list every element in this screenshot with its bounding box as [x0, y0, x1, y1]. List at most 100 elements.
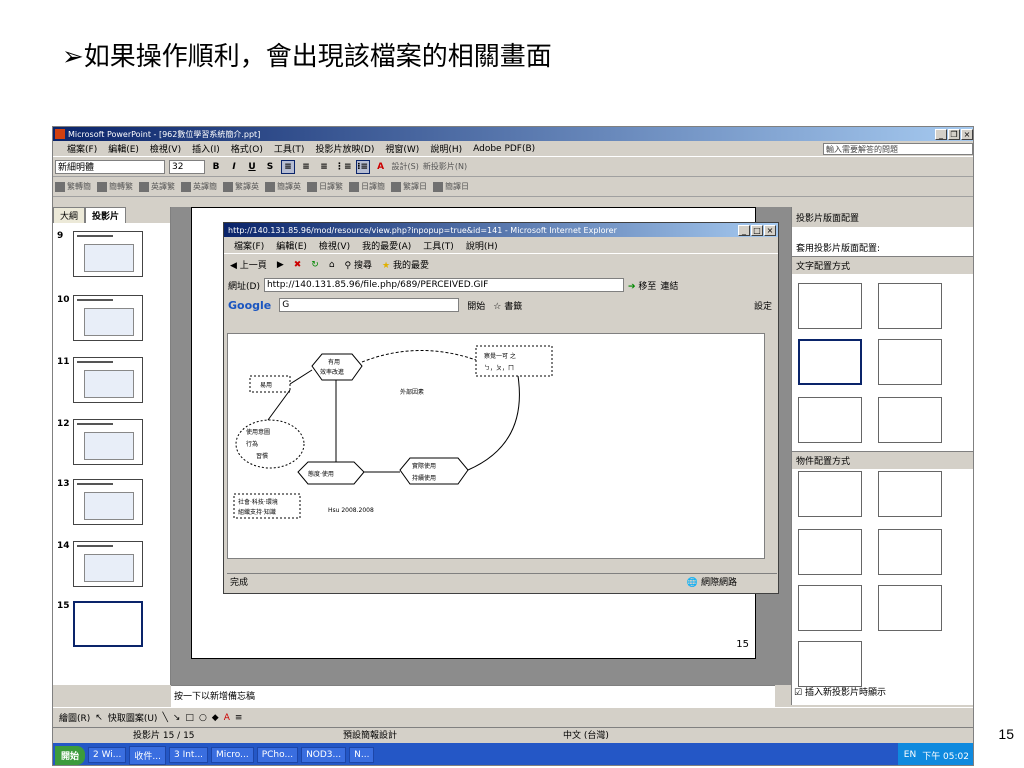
slide-thumbnail[interactable]: 10 [57, 295, 143, 341]
ie-menu-favorites[interactable]: 我的最愛(A) [362, 239, 411, 252]
start-button[interactable]: 開始 [55, 745, 86, 765]
favorites-button[interactable]: ★ 我的最愛 [382, 258, 429, 271]
font-color-button[interactable]: A [374, 160, 388, 174]
design-button[interactable]: 設計(S) [392, 161, 419, 172]
taskbar-item[interactable]: N... [349, 747, 375, 763]
layout-blank[interactable] [798, 471, 862, 517]
ie-maximize-button[interactable]: □ [751, 224, 763, 236]
slide-thumbnail[interactable]: 14 [57, 541, 143, 587]
taskbar-item[interactable]: 2 Wi... [88, 747, 127, 763]
menu-help[interactable]: 說明(H) [430, 142, 462, 155]
font-color-icon[interactable]: A [224, 713, 230, 723]
language-indicator[interactable]: EN [904, 750, 916, 760]
oval-tool-icon[interactable]: ○ [199, 713, 207, 723]
numbering-button[interactable]: ⋮≡ [335, 160, 352, 174]
arrow-tool-icon[interactable]: ↘ [173, 713, 181, 723]
italic-button[interactable]: I [227, 160, 241, 174]
line-style-icon[interactable]: ≡ [235, 713, 243, 723]
line-tool-icon[interactable]: ╲ [162, 713, 167, 723]
convert-button[interactable]: 簡譯日 [433, 181, 469, 192]
slide-thumbnail[interactable]: 9 [57, 231, 143, 277]
ie-menu-view[interactable]: 檢視(V) [319, 239, 350, 252]
layout-grid[interactable] [798, 641, 862, 687]
layout-bullets[interactable] [798, 339, 862, 385]
settings-button[interactable]: 設定 [754, 299, 772, 312]
shadow-button[interactable]: S [263, 160, 277, 174]
underline-button[interactable]: U [245, 160, 259, 174]
align-center-button[interactable]: ≡ [299, 160, 313, 174]
convert-button[interactable]: 簡譯英 [265, 181, 301, 192]
google-search-input[interactable]: G [279, 298, 460, 312]
font-name-select[interactable]: 新細明體 [55, 159, 165, 174]
forward-button[interactable]: ▶ [277, 260, 284, 270]
new-slide-button[interactable]: 新投影片(N) [423, 161, 467, 172]
convert-button[interactable]: 日譯簡 [349, 181, 385, 192]
layout-title[interactable] [798, 283, 862, 329]
layout-title-content[interactable] [798, 529, 862, 575]
help-search-input[interactable]: 輸入需要解答的問題 [823, 142, 973, 155]
convert-button[interactable]: 日譯繁 [307, 181, 343, 192]
ie-menu-edit[interactable]: 編輯(E) [276, 239, 307, 252]
menu-slideshow[interactable]: 投影片放映(D) [315, 142, 374, 155]
close-button[interactable]: × [961, 128, 973, 140]
bold-button[interactable]: B [209, 160, 223, 174]
convert-button[interactable]: 繁譯日 [391, 181, 427, 192]
ie-menu-file[interactable]: 檔案(F) [234, 239, 264, 252]
slide-thumbnail-current[interactable]: 15 [57, 601, 143, 647]
restore-button[interactable]: ❐ [948, 128, 960, 140]
layout-four-content[interactable] [798, 585, 862, 631]
convert-button[interactable]: 英譯繁 [139, 181, 175, 192]
show-on-insert-checkbox[interactable]: ☑ 插入新投影片時顯示 [794, 685, 886, 698]
convert-button[interactable]: 繁轉簡 [55, 181, 91, 192]
slide-thumbnail[interactable]: 11 [57, 357, 143, 403]
rectangle-tool-icon[interactable]: □ [185, 713, 194, 723]
menu-format[interactable]: 格式(O) [231, 142, 263, 155]
stop-button[interactable]: ✖ [294, 260, 302, 270]
home-icon[interactable]: ⌂ [329, 260, 335, 270]
taskbar-item[interactable]: NOD3... [301, 747, 347, 763]
minimize-button[interactable]: _ [935, 128, 947, 140]
select-arrow-icon[interactable]: ↖ [95, 713, 103, 723]
layout-two-content[interactable] [878, 529, 942, 575]
fill-color-icon[interactable]: ◆ [212, 713, 219, 723]
font-size-select[interactable]: 32 [169, 159, 205, 174]
go-button[interactable]: ➔ 移至 [628, 279, 656, 292]
bookmarks-button[interactable]: ☆ 書籤 [493, 299, 522, 312]
taskbar-item[interactable]: Micro... [211, 747, 254, 763]
align-left-button[interactable]: ≡ [281, 159, 295, 174]
address-input[interactable]: http://140.131.85.96/file.php/689/PERCEI… [263, 278, 624, 292]
menu-file[interactable]: 檔案(F) [67, 142, 97, 155]
ie-menu-help[interactable]: 說明(H) [466, 239, 498, 252]
convert-button[interactable]: 簡轉繁 [97, 181, 133, 192]
layout-four-content-b[interactable] [878, 585, 942, 631]
layout-two-column[interactable] [878, 339, 942, 385]
menu-adobe-pdf[interactable]: Adobe PDF(B) [473, 144, 535, 154]
links-button[interactable]: 連結 [660, 279, 678, 292]
google-start-button[interactable]: 開始 [467, 299, 485, 312]
back-button[interactable]: ◀ 上一頁 [230, 258, 267, 271]
slide-thumbnail[interactable]: 12 [57, 419, 143, 465]
convert-button[interactable]: 英譯簡 [181, 181, 217, 192]
layout-content[interactable] [878, 471, 942, 517]
layout-title-only[interactable] [878, 283, 942, 329]
layout-vertical[interactable] [798, 397, 862, 443]
menu-view[interactable]: 檢視(V) [150, 142, 181, 155]
refresh-button[interactable]: ↻ [311, 260, 319, 270]
menu-window[interactable]: 視窗(W) [385, 142, 419, 155]
draw-menu-button[interactable]: 繪圖(R) [59, 711, 90, 724]
slide-thumbnail[interactable]: 13 [57, 479, 143, 525]
taskbar-item[interactable]: 3 Int... [168, 747, 209, 763]
convert-button[interactable]: 繁譯英 [223, 181, 259, 192]
tab-outline[interactable]: 大綱 [53, 207, 86, 223]
taskbar-item[interactable]: 收件... [129, 745, 166, 765]
menu-insert[interactable]: 插入(I) [192, 142, 220, 155]
menu-edit[interactable]: 編輯(E) [108, 142, 139, 155]
layout-vertical-two[interactable] [878, 397, 942, 443]
ie-menu-tools[interactable]: 工具(T) [423, 239, 454, 252]
menu-tools[interactable]: 工具(T) [274, 142, 305, 155]
autoshapes-button[interactable]: 快取圖案(U) [108, 711, 158, 724]
bullets-button[interactable]: ⁝≡ [355, 159, 370, 174]
taskbar-item[interactable]: PCho... [256, 747, 299, 763]
search-button[interactable]: ⚲ 搜尋 [345, 258, 372, 271]
tab-slides[interactable]: 投影片 [85, 207, 127, 223]
